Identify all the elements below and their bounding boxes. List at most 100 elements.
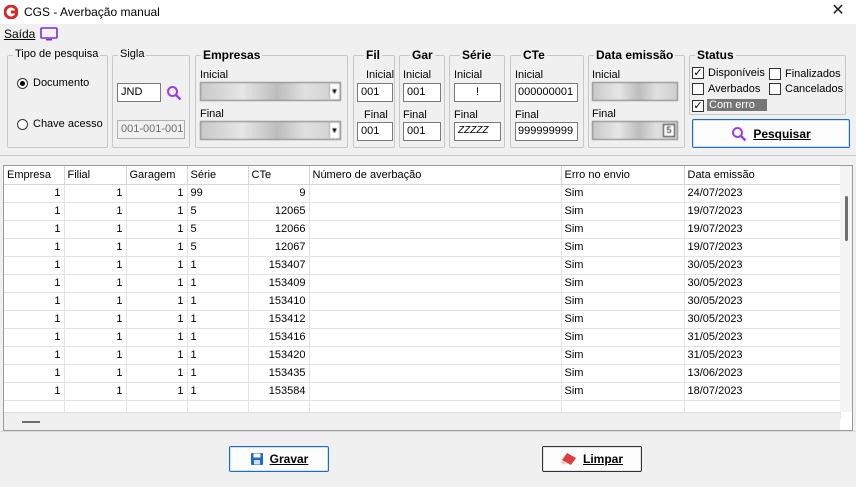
- checkbox-com-erro[interactable]: ✓: [692, 100, 704, 112]
- monitor-icon[interactable]: [40, 27, 58, 41]
- fil-final-input[interactable]: 001: [357, 122, 393, 141]
- table-cell: 153435: [248, 364, 310, 383]
- horizontal-scrollbar[interactable]: [4, 412, 840, 430]
- table-cell: 1: [4, 256, 65, 275]
- checkbox-cancelados[interactable]: [769, 83, 781, 95]
- save-icon: [250, 453, 263, 465]
- fil-group: Fil Inicial 001 Final 001: [353, 48, 395, 148]
- gar-final-input[interactable]: 001: [403, 122, 441, 141]
- column-header[interactable]: Série: [187, 166, 249, 185]
- gar-inicial-label: Inicial: [403, 69, 432, 81]
- table-cell: Sim: [561, 220, 685, 239]
- table-row[interactable]: 1 1 1 5 12066 Sim 19/07/2023: [4, 220, 841, 239]
- sigla-input[interactable]: JND: [117, 83, 161, 102]
- gar-inicial-input[interactable]: 001: [403, 83, 441, 102]
- table-row[interactable]: 1 1 1 1 153435 Sim 13/06/2023: [4, 364, 841, 383]
- table-cell: 19/07/2023: [684, 220, 841, 239]
- data-final-input[interactable]: 5: [592, 121, 678, 140]
- search-icon[interactable]: [166, 85, 182, 101]
- fil-inicial-input[interactable]: 001: [357, 83, 393, 102]
- menu-saida[interactable]: Saída: [4, 27, 35, 41]
- cte-label: CTe: [521, 48, 547, 62]
- table-cell: 30/05/2023: [684, 292, 841, 311]
- table-cell: 153412: [248, 310, 310, 329]
- scrollbar-thumb[interactable]: [845, 196, 848, 241]
- checkbox-disponiveis[interactable]: ✓: [692, 67, 704, 79]
- table-row[interactable]: 1 1 1 99 9 Sim 24/07/2023: [4, 184, 841, 203]
- column-header[interactable]: Garagem: [126, 166, 188, 185]
- table-row[interactable]: 1 1 1 1 153407 Sim 30/05/2023: [4, 256, 841, 275]
- table-cell: 153584: [248, 382, 310, 401]
- table-header-row: Empresa Filial Garagem Série CTe Número de av…: [4, 166, 841, 185]
- table-row[interactable]: 1 1 1 1 153410 Sim 30/05/2023: [4, 292, 841, 311]
- empresa-final-select[interactable]: ▼: [200, 121, 341, 140]
- serie-inicial-input[interactable]: !: [454, 83, 501, 102]
- bottom-bar: Gravar Limpar: [0, 431, 856, 487]
- chave-acesso-input[interactable]: 001-001-001: [117, 120, 185, 139]
- limpar-button[interactable]: Limpar: [542, 446, 642, 472]
- table-row[interactable]: 1 1 1 5 12065 Sim 19/07/2023: [4, 202, 841, 221]
- table-row[interactable]: 1 1 1 1 153409 Sim 30/05/2023: [4, 274, 841, 293]
- radio-documento[interactable]: [17, 78, 28, 89]
- gar-final-label: Final: [403, 109, 427, 121]
- table-cell: 1: [64, 346, 127, 365]
- column-header[interactable]: Número de averbação: [309, 166, 562, 185]
- table-cell: 19/07/2023: [684, 202, 841, 221]
- table-row[interactable]: 1 1 1 5 12067 Sim 19/07/2023: [4, 238, 841, 257]
- table-cell: 12067: [248, 238, 310, 257]
- gravar-button[interactable]: Gravar: [229, 446, 329, 472]
- gar-group: Gar Inicial 001 Final 001: [399, 48, 445, 148]
- table-cell: 31/05/2023: [684, 346, 841, 365]
- table-cell: 1: [4, 274, 65, 293]
- calendar-icon[interactable]: 5: [663, 124, 675, 137]
- table-cell: 5: [187, 220, 249, 239]
- table-cell: Sim: [561, 202, 685, 221]
- data-inicial-input[interactable]: [592, 82, 678, 101]
- checkbox-finalizados-label: Finalizados: [785, 68, 841, 80]
- results-grid[interactable]: Empresa Filial Garagem Série CTe Número de av…: [3, 165, 853, 431]
- table-cell: 1: [64, 184, 127, 203]
- table-cell: 1: [64, 364, 127, 383]
- scrollbar-thumb[interactable]: [22, 421, 40, 423]
- table-cell: 1: [4, 220, 65, 239]
- table-row[interactable]: 1 1 1 1 153584 Sim 18/07/2023: [4, 382, 841, 401]
- cte-inicial-input[interactable]: 000000001: [515, 83, 578, 102]
- serie-inicial-label: Inicial: [454, 69, 483, 81]
- table-cell: 1: [126, 292, 188, 311]
- cte-final-input[interactable]: 999999999: [515, 122, 578, 141]
- table-cell: Sim: [561, 274, 685, 293]
- table-cell: 153407: [248, 256, 310, 275]
- radio-chave-acesso[interactable]: [17, 119, 28, 130]
- column-header[interactable]: Empresa: [4, 166, 65, 185]
- table-cell: 31/05/2023: [684, 328, 841, 347]
- table-cell: Sim: [561, 364, 685, 383]
- status-group: Status ✓ Disponíveis Finalizados Averbad…: [689, 48, 846, 115]
- column-header[interactable]: Filial: [64, 166, 127, 185]
- empresa-inicial-select[interactable]: ▼: [200, 82, 341, 101]
- vertical-scrollbar[interactable]: [840, 166, 852, 412]
- table-cell: 1: [64, 310, 127, 329]
- table-row[interactable]: 1 1 1 1 153416 Sim 31/05/2023: [4, 328, 841, 347]
- close-icon[interactable]: ✕: [826, 1, 850, 23]
- table-cell: 1: [4, 310, 65, 329]
- checkbox-finalizados[interactable]: [769, 68, 781, 80]
- serie-final-input[interactable]: ZZZZZ: [454, 122, 501, 141]
- table-cell: 24/07/2023: [684, 184, 841, 203]
- table-row[interactable]: 1 1 1 1 153420 Sim 31/05/2023: [4, 346, 841, 365]
- column-header[interactable]: Data emissão: [684, 166, 841, 185]
- data-emissao-group: Data emissão Inicial Final 5: [588, 48, 685, 148]
- pesquisar-button[interactable]: Pesquisar: [692, 119, 850, 148]
- table-cell: 1: [187, 328, 249, 347]
- radio-chave-acesso-label: Chave acesso: [33, 118, 103, 130]
- table-cell: 1: [126, 238, 188, 257]
- checkbox-averbados[interactable]: [692, 83, 704, 95]
- fil-label: Fil: [364, 48, 382, 62]
- column-header[interactable]: Erro no envio: [561, 166, 685, 185]
- table-cell: 1: [64, 292, 127, 311]
- data-inicial-label: Inicial: [592, 69, 621, 81]
- title-bar: CGS - Averbação manual ✕: [0, 0, 856, 24]
- table-cell: 1: [187, 346, 249, 365]
- column-header[interactable]: CTe: [248, 166, 310, 185]
- table-row[interactable]: 1 1 1 1 153412 Sim 30/05/2023: [4, 310, 841, 329]
- table-cell: 12065: [248, 202, 310, 221]
